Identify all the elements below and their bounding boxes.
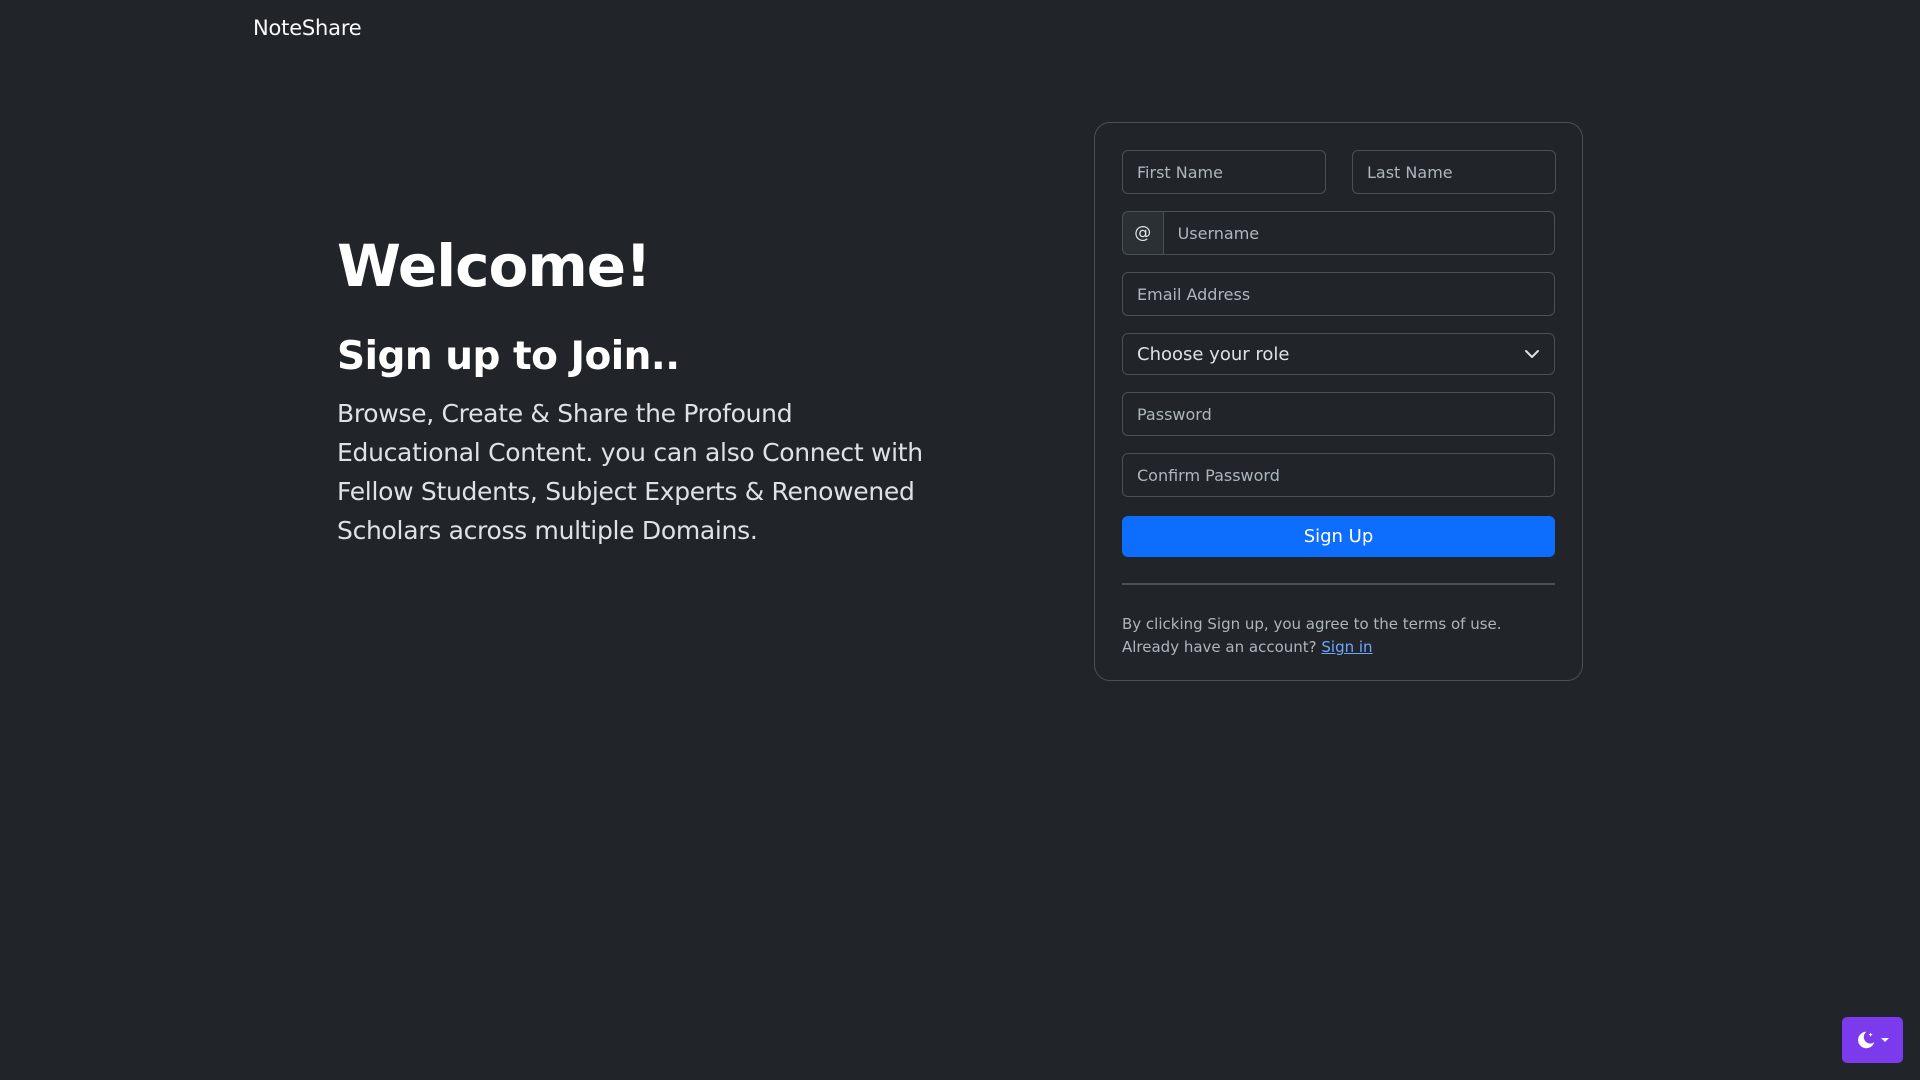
hero-description: Browse, Create & Share the Profound Educ…: [337, 399, 923, 546]
email-input[interactable]: [1122, 272, 1555, 316]
hero-section: Welcome! Sign up to Join.. Browse, Creat…: [337, 232, 937, 550]
signup-card: @ Choose your role Sign Up By clicking S…: [1094, 122, 1583, 681]
sign-up-button[interactable]: Sign Up: [1122, 516, 1555, 557]
first-name-input[interactable]: [1122, 150, 1326, 194]
confirm-password-wrapper: [1122, 453, 1555, 497]
role-select[interactable]: Choose your role: [1122, 333, 1555, 375]
navbar: NoteShare: [253, 16, 362, 40]
welcome-heading: Welcome!: [337, 232, 652, 300]
account-prompt-line: Already have an account? Sign in: [1122, 636, 1555, 659]
caret-down-icon: [1881, 1038, 1889, 1042]
signup-subheading: Sign up to Join..: [337, 333, 680, 379]
password-input[interactable]: [1122, 392, 1555, 436]
sign-in-link[interactable]: Sign in: [1321, 638, 1372, 656]
account-prompt: Already have an account?: [1122, 638, 1317, 656]
email-wrapper: [1122, 272, 1555, 316]
theme-toggle-button[interactable]: [1842, 1017, 1903, 1063]
confirm-password-input[interactable]: [1122, 453, 1555, 497]
brand-link[interactable]: NoteShare: [253, 16, 362, 40]
role-select-value: Choose your role: [1137, 343, 1290, 365]
terms-text: By clicking Sign up, you agree to the te…: [1122, 615, 1502, 633]
terms-block: By clicking Sign up, you agree to the te…: [1122, 613, 1555, 659]
chevron-down-icon: [1525, 350, 1539, 358]
username-input[interactable]: [1162, 211, 1555, 255]
password-wrapper: [1122, 392, 1555, 436]
at-prefix: @: [1122, 211, 1163, 255]
moon-icon: [1858, 1031, 1875, 1049]
name-row: [1122, 150, 1556, 194]
last-name-input[interactable]: [1352, 150, 1556, 194]
username-group: @: [1122, 211, 1555, 255]
form-divider: [1122, 583, 1555, 585]
role-wrapper: Choose your role: [1122, 333, 1555, 375]
